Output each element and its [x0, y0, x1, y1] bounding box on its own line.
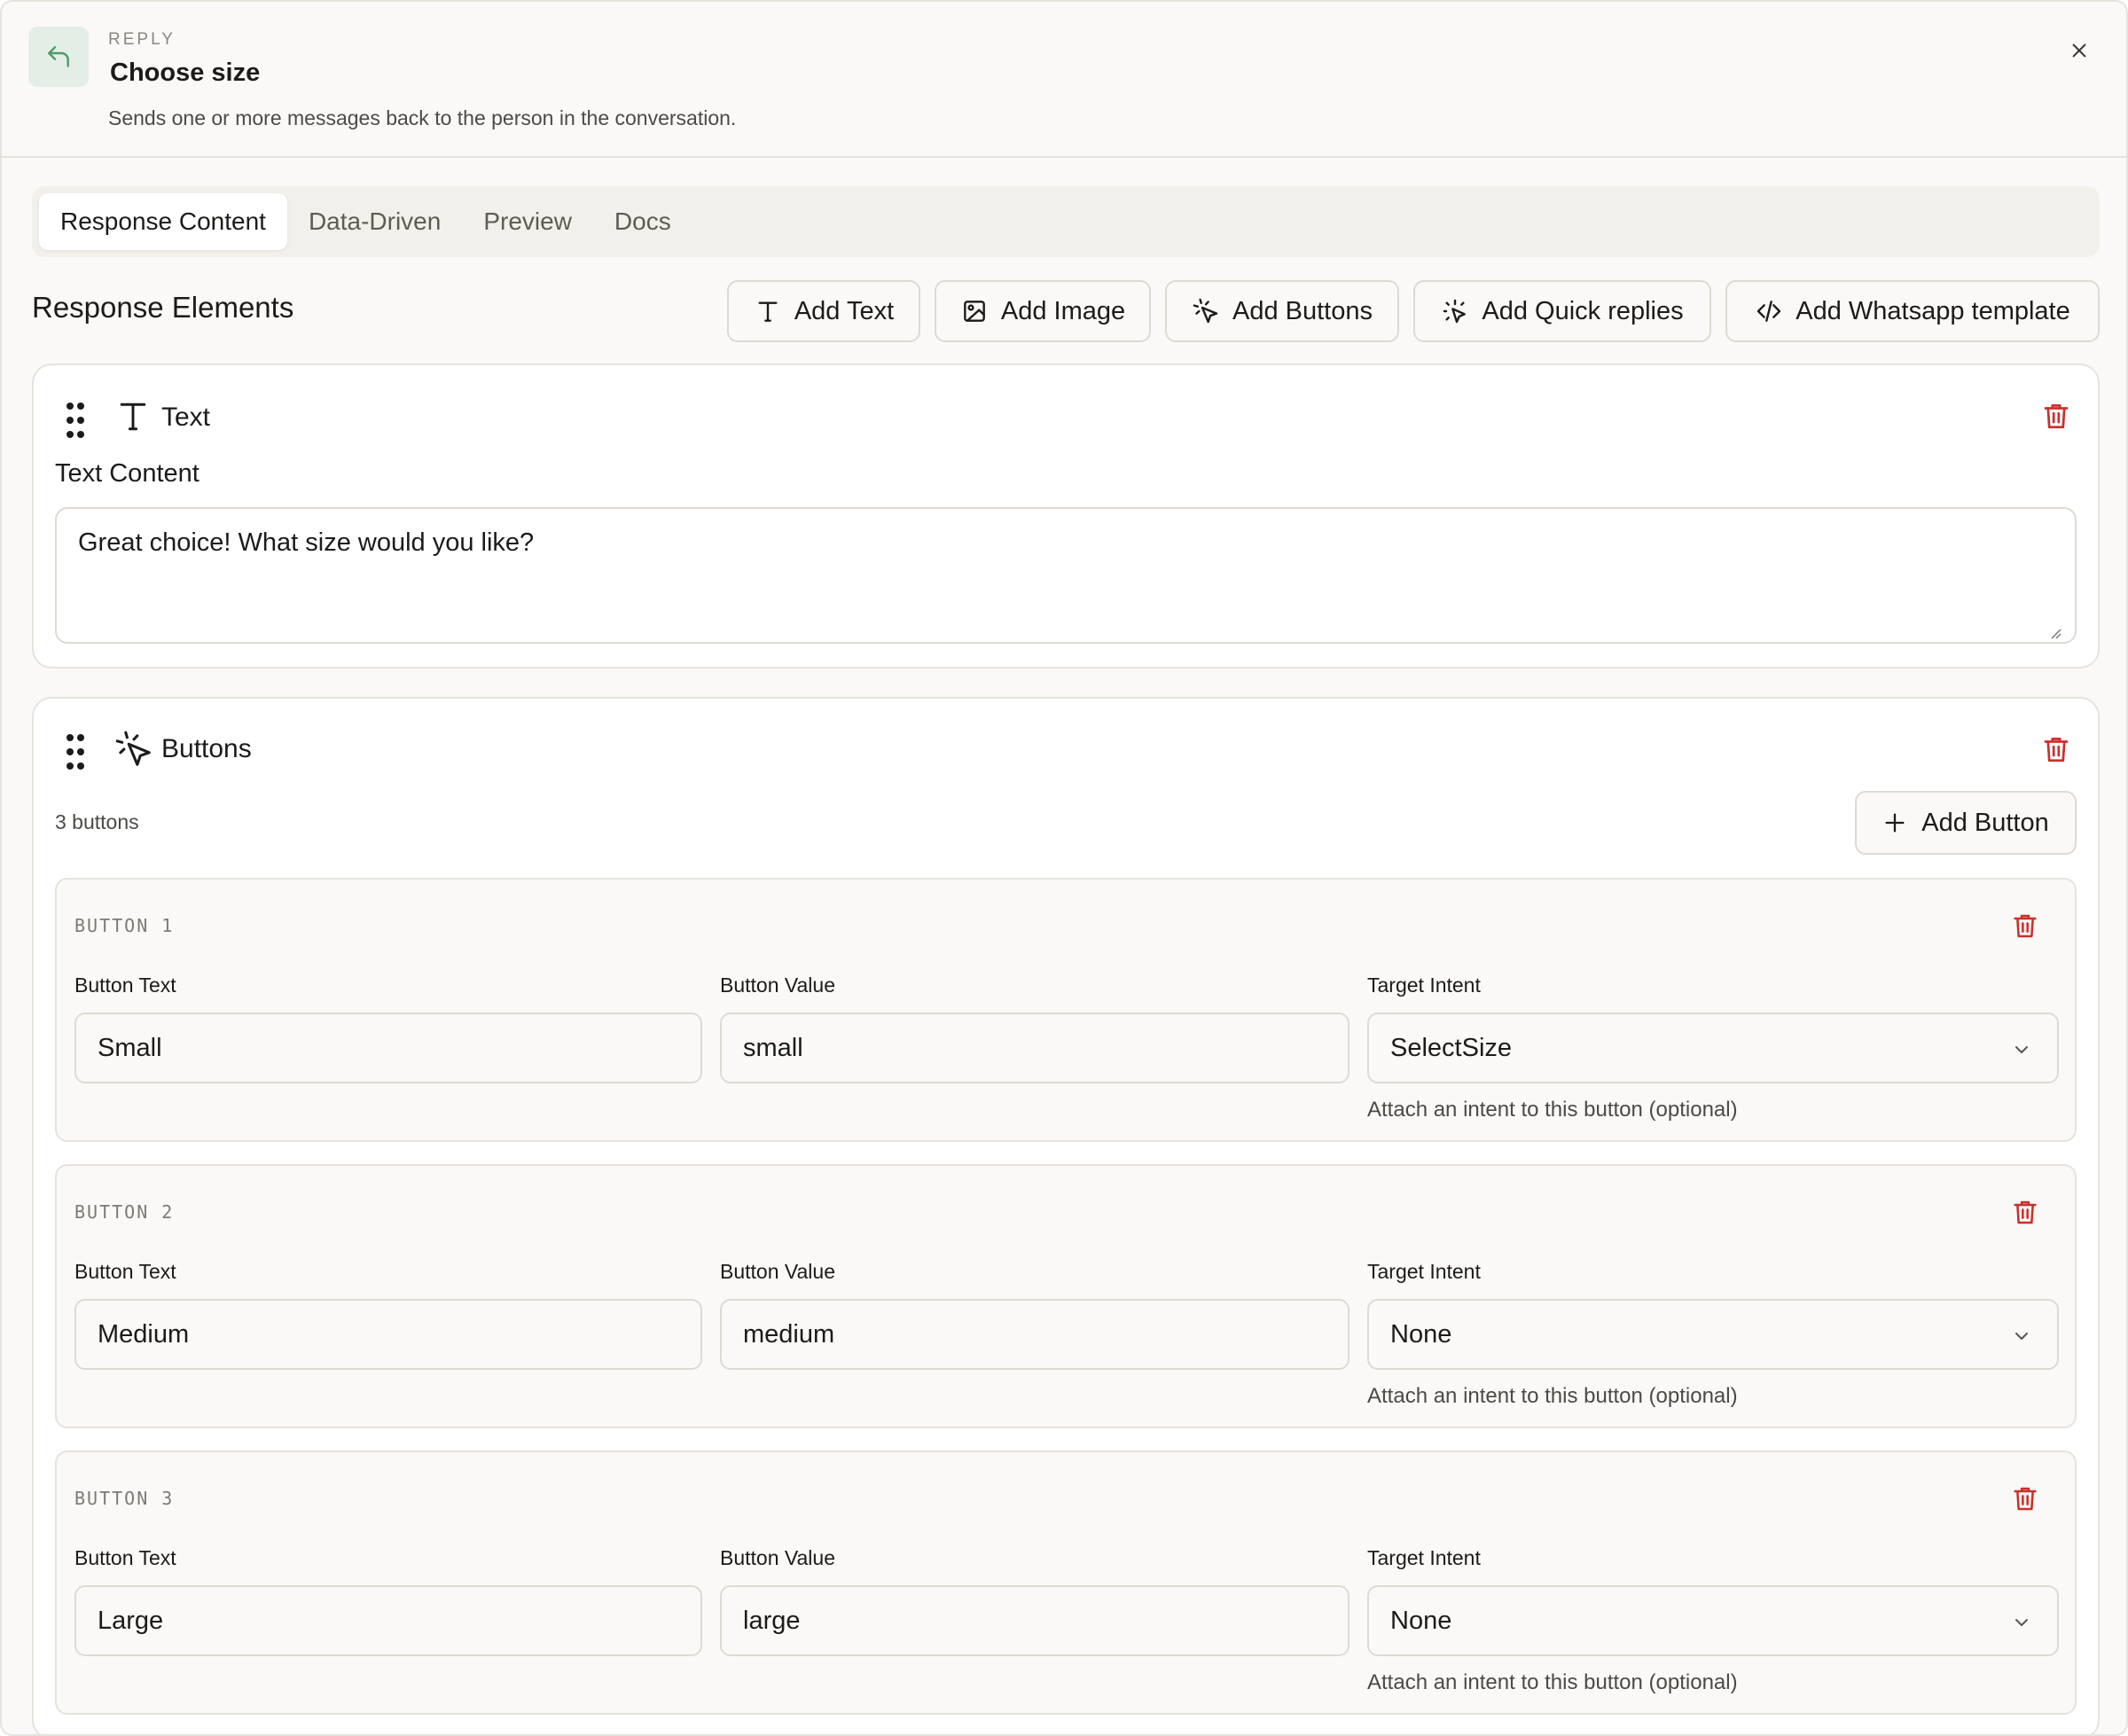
- code-icon: [1757, 301, 1781, 322]
- delete-button-icon[interactable]: [2011, 1198, 2039, 1226]
- target-intent-select[interactable]: SelectSize: [1367, 1013, 2059, 1083]
- text-element-title: Text: [161, 403, 211, 432]
- button-text-input[interactable]: [74, 1013, 702, 1083]
- reply-node-panel: REPLY Choose size Sends one or more mess…: [0, 0, 2128, 1736]
- add-buttons-label: Add Buttons: [1232, 296, 1373, 325]
- button-value-input[interactable]: [720, 1299, 1350, 1370]
- close-icon: [2072, 43, 2086, 58]
- target-intent-value: None: [1390, 1319, 1452, 1349]
- target-intent-value: None: [1390, 1606, 1452, 1635]
- add-text-button[interactable]: Add Text: [727, 280, 920, 342]
- resize-handle-icon[interactable]: [2048, 626, 2062, 640]
- text-element-card: Text Text Content Great choice! What siz…: [32, 364, 2100, 669]
- tab-data-driven[interactable]: Data-Driven: [287, 193, 462, 250]
- close-button[interactable]: [2064, 35, 2094, 66]
- buttons-element-title: Buttons: [161, 734, 252, 763]
- text-content-textarea[interactable]: Great choice! What size would you like?: [55, 507, 2077, 644]
- button-row-label: BUTTON 2: [74, 1201, 175, 1223]
- delete-button-icon[interactable]: [2011, 1484, 2039, 1513]
- target-intent-value: SelectSize: [1390, 1033, 1513, 1062]
- panel-header: REPLY Choose size Sends one or more mess…: [2, 2, 2126, 158]
- sparkle-pointer-icon: [1443, 299, 1467, 324]
- button-row-2: BUTTON 2 Button Text Button Value Target…: [55, 1164, 2077, 1428]
- node-description: Sends one or more messages back to the p…: [108, 106, 737, 129]
- button-row-3: BUTTON 3 Button Text Button Value Target…: [55, 1451, 2077, 1715]
- button-value-label: Button Value: [720, 974, 836, 997]
- target-intent-hint: Attach an intent to this button (optiona…: [1367, 1384, 1738, 1408]
- pointer-click-type-icon: [115, 731, 151, 766]
- response-elements-title: Response Elements: [32, 291, 294, 324]
- button-row-label: BUTTON 1: [74, 915, 175, 936]
- button-value-label: Button Value: [720, 1546, 836, 1569]
- button-text-input[interactable]: [74, 1299, 702, 1370]
- add-button-label: Add Button: [1921, 808, 2049, 837]
- target-intent-select[interactable]: None: [1367, 1585, 2059, 1656]
- target-intent-hint: Attach an intent to this button (optiona…: [1367, 1670, 1738, 1694]
- delete-button-icon[interactable]: [2011, 911, 2039, 940]
- add-whatsapp-template-label: Add Whatsapp template: [1796, 296, 2070, 325]
- pointer-click-icon: [1193, 298, 1218, 324]
- delete-buttons-element-icon[interactable]: [2041, 734, 2071, 764]
- add-buttons-button[interactable]: Add Buttons: [1165, 280, 1399, 342]
- text-icon: [758, 301, 778, 322]
- target-intent-hint: Attach an intent to this button (optiona…: [1367, 1098, 1738, 1122]
- delete-text-element-icon[interactable]: [2041, 401, 2071, 431]
- button-text-label: Button Text: [74, 974, 176, 997]
- plus-icon: [1885, 813, 1905, 833]
- buttons-count: 3 buttons: [55, 810, 139, 833]
- tab-docs[interactable]: Docs: [593, 193, 692, 250]
- add-quick-replies-button[interactable]: Add Quick replies: [1413, 280, 1711, 342]
- image-icon: [963, 301, 985, 322]
- button-row-1: BUTTON 1 Button Text Button Value Target…: [55, 878, 2077, 1142]
- add-whatsapp-template-button[interactable]: Add Whatsapp template: [1725, 280, 2100, 342]
- button-text-label: Button Text: [74, 1546, 176, 1569]
- chevron-down-icon: [2015, 1333, 2028, 1340]
- target-intent-label: Target Intent: [1367, 974, 1481, 997]
- buttons-element-card: Buttons 3 buttons Add Button BUTTON 1 Bu…: [32, 697, 2100, 1734]
- add-button-button[interactable]: Add Button: [1855, 791, 2077, 855]
- node-title: Choose size: [110, 59, 261, 87]
- add-text-label: Add Text: [794, 296, 895, 325]
- button-value-input[interactable]: [720, 1013, 1350, 1083]
- text-type-icon: [120, 403, 146, 431]
- drag-handle-icon[interactable]: [66, 732, 85, 771]
- button-text-input[interactable]: [74, 1585, 702, 1656]
- button-value-label: Button Value: [720, 1260, 836, 1283]
- node-kind-label: REPLY: [108, 30, 176, 49]
- target-intent-select[interactable]: None: [1367, 1299, 2059, 1370]
- tab-response-content[interactable]: Response Content: [39, 193, 287, 250]
- tab-preview[interactable]: Preview: [462, 193, 593, 250]
- chevron-down-icon: [2015, 1619, 2028, 1626]
- button-value-input[interactable]: [720, 1585, 1350, 1656]
- chevron-down-icon: [2015, 1046, 2028, 1053]
- tab-bar: Response Content Data-Driven Preview Doc…: [32, 186, 2100, 257]
- add-image-label: Add Image: [1000, 296, 1126, 325]
- button-text-label: Button Text: [74, 1260, 176, 1283]
- button-row-label: BUTTON 3: [74, 1488, 175, 1509]
- add-quick-replies-label: Add Quick replies: [1482, 296, 1684, 325]
- text-content-label: Text Content: [55, 459, 200, 488]
- reply-icon: [28, 27, 89, 87]
- target-intent-label: Target Intent: [1367, 1260, 1481, 1283]
- add-image-button[interactable]: Add Image: [935, 280, 1151, 342]
- target-intent-label: Target Intent: [1367, 1546, 1481, 1569]
- drag-handle-icon[interactable]: [66, 401, 85, 440]
